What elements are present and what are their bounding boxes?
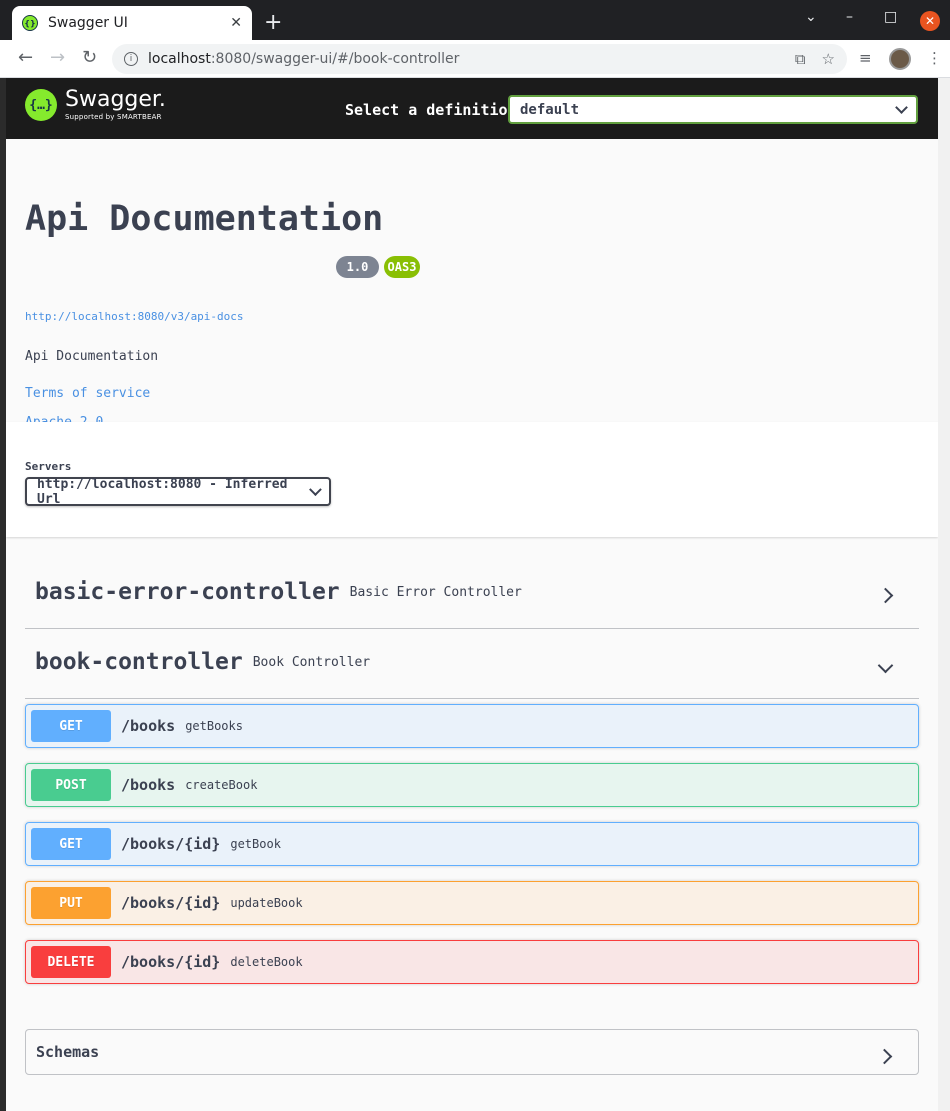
terms-of-service-link[interactable]: Terms of service — [25, 386, 150, 401]
method-badge: GET — [31, 710, 111, 742]
swagger-page: {…} Swagger. Supported by SMARTBEAR Sele… — [6, 78, 938, 1111]
version-badge: 1.0 — [336, 256, 379, 278]
tag-name: basic-error-controller — [35, 579, 340, 605]
operation-path: /books/{id} — [121, 835, 221, 853]
operation-summary: getBooks — [185, 719, 243, 733]
logo-sub: Supported by SMARTBEAR — [65, 113, 162, 121]
tab-title: Swagger UI — [48, 15, 128, 31]
operation-summary: createBook — [185, 778, 258, 792]
servers-select[interactable]: http://localhost:8080 - Inferred Url — [25, 476, 331, 507]
back-icon[interactable]: ← — [18, 48, 33, 68]
operation-get-books[interactable]: GET /books getBooks — [25, 704, 919, 748]
operation-path: /books/{id} — [121, 953, 221, 971]
api-description: Api Documentation — [25, 349, 159, 364]
tag-description: Basic Error Controller — [349, 584, 522, 600]
page-scrollbar[interactable] — [938, 78, 950, 1111]
swagger-topbar: {…} Swagger. Supported by SMARTBEAR Sele… — [6, 78, 938, 139]
tag-name: book-controller — [35, 649, 243, 675]
profile-avatar[interactable] — [889, 48, 911, 70]
minimize-icon[interactable]: – — [846, 9, 853, 25]
reload-icon[interactable]: ↻ — [82, 48, 97, 68]
servers-section: Servers http://localhost:8080 - Inferred… — [6, 422, 938, 537]
operation-path: /books — [121, 776, 176, 794]
tab-search-icon[interactable]: ⌄ — [805, 9, 817, 25]
operation-summary: getBook — [230, 837, 281, 851]
window-close-icon[interactable]: ✕ — [920, 11, 940, 31]
operation-path: /books — [121, 717, 176, 735]
info-section: Api Documentation 1.0 OAS3 http://localh… — [6, 139, 938, 430]
chevron-right-icon — [876, 1048, 893, 1065]
browser-tab[interactable]: {} Swagger UI ✕ — [12, 6, 252, 40]
schemas-title: Schemas — [36, 1043, 100, 1061]
browser-tab-bar: {} Swagger UI ✕ + ⌄ – □ ✕ — [0, 0, 950, 40]
chevron-right-icon — [877, 587, 894, 604]
page-title: Api Documentation — [25, 199, 384, 239]
api-docs-link[interactable]: http://localhost:8080/v3/api-docs — [25, 310, 244, 323]
method-badge: DELETE — [31, 946, 111, 978]
swagger-logo-icon: {…} — [25, 89, 57, 121]
servers-label: Servers — [25, 460, 72, 473]
menu-kebab-icon[interactable]: ⋮ — [927, 49, 942, 67]
operation-delete-book[interactable]: DELETE /books/{id} deleteBook — [25, 940, 919, 984]
schemas-section[interactable]: Schemas — [25, 1029, 919, 1075]
oas-badge: OAS3 — [384, 256, 420, 278]
chevron-down-icon — [895, 101, 908, 114]
operation-post-books[interactable]: POST /books createBook — [25, 763, 919, 807]
operation-put-book[interactable]: PUT /books/{id} updateBook — [25, 881, 919, 925]
tab-close-icon[interactable]: ✕ — [230, 15, 242, 31]
method-badge: PUT — [31, 887, 111, 919]
definition-select-value: default — [520, 101, 580, 118]
method-badge: GET — [31, 828, 111, 860]
browser-toolbar: ← → ↻ i localhost:8080/swagger-ui/#/book… — [0, 40, 950, 78]
translate-icon[interactable]: ⧉ — [795, 50, 806, 68]
tag-basic-error-controller[interactable]: basic-error-controller Basic Error Contr… — [25, 556, 919, 629]
method-badge: POST — [31, 769, 111, 801]
swagger-logo[interactable]: {…} Swagger. Supported by SMARTBEAR — [25, 89, 166, 121]
operation-summary: updateBook — [230, 896, 303, 910]
new-tab-button[interactable]: + — [264, 10, 282, 35]
media-control-icon[interactable]: ≡ — [859, 49, 872, 67]
chevron-down-icon — [877, 657, 894, 674]
operation-path: /books/{id} — [121, 894, 221, 912]
tag-description: Book Controller — [252, 654, 371, 670]
maximize-icon[interactable]: □ — [884, 9, 897, 25]
servers-select-value: http://localhost:8080 - Inferred Url — [37, 476, 288, 507]
forward-icon[interactable]: → — [50, 48, 65, 68]
definition-select[interactable]: default — [508, 95, 918, 124]
chevron-down-icon — [308, 483, 321, 496]
address-bar[interactable]: i localhost:8080/swagger-ui/#/book-contr… — [112, 44, 847, 74]
select-definition-label: Select a definition — [345, 101, 517, 119]
bookmark-star-icon[interactable]: ☆ — [822, 50, 835, 68]
operation-get-book[interactable]: GET /books/{id} getBook — [25, 822, 919, 866]
site-info-icon[interactable]: i — [124, 52, 138, 66]
operation-summary: deleteBook — [230, 955, 303, 969]
tag-book-controller[interactable]: book-controller Book Controller — [25, 626, 919, 699]
logo-name: Swagger. — [65, 87, 166, 112]
url-text: localhost:8080/swagger-ui/#/book-control… — [148, 51, 460, 67]
swagger-favicon-icon: {} — [22, 15, 38, 31]
